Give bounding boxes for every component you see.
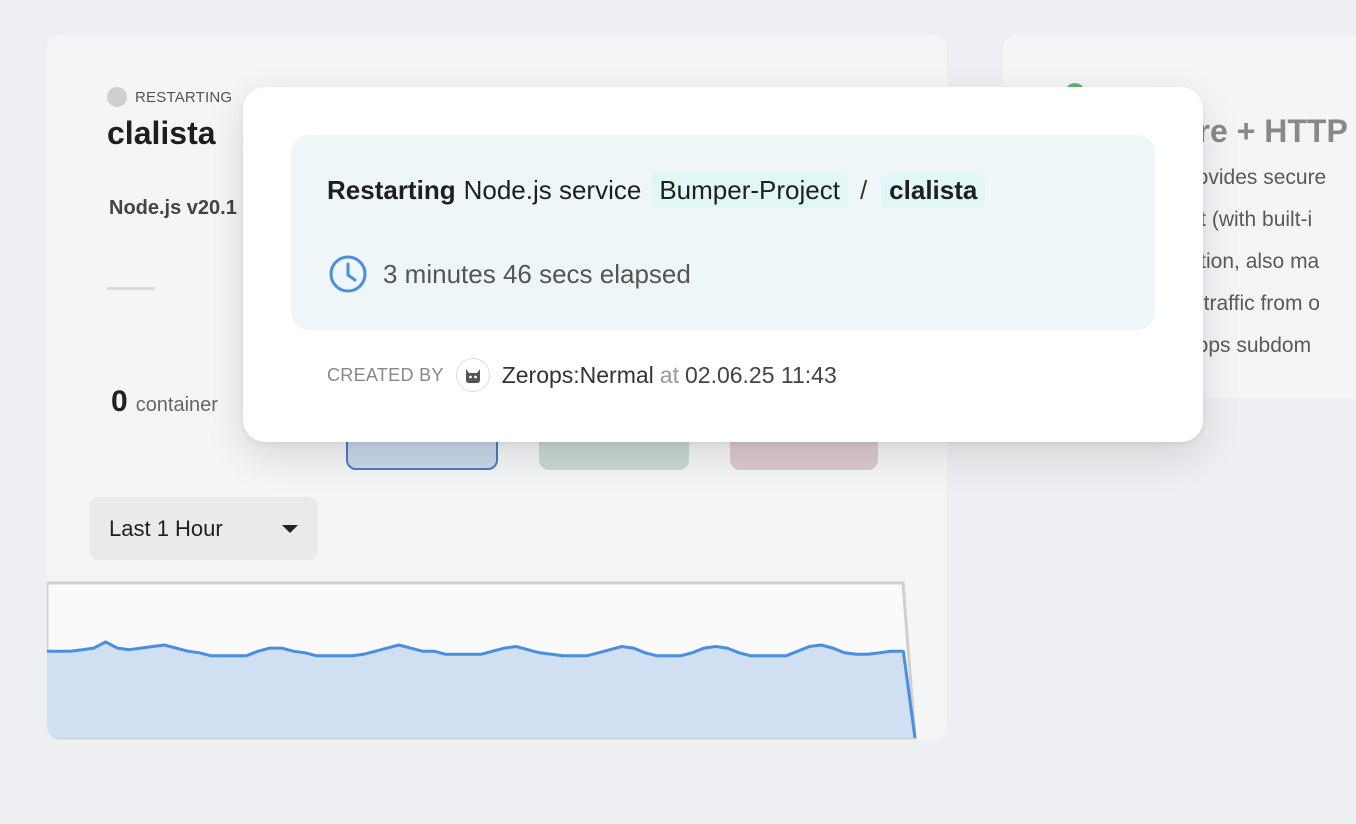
creator-name[interactable]: Zerops:Nermal bbox=[502, 362, 654, 389]
clock-icon bbox=[329, 255, 367, 293]
container-count-value: 0 bbox=[111, 385, 128, 418]
process-info-panel: Restarting Node.js service Bumper-Projec… bbox=[291, 135, 1155, 330]
service-chip[interactable]: clalista bbox=[881, 173, 986, 208]
project-chip[interactable]: Bumper-Project bbox=[651, 173, 848, 208]
created-by-row: CREATED BY Zerops:Nermal at 02.06.25 11:… bbox=[327, 358, 837, 392]
service-title: ore + HTTP bbox=[1178, 113, 1348, 149]
at-label: at bbox=[659, 361, 679, 388]
usage-chart bbox=[47, 581, 917, 740]
process-action: Restarting bbox=[327, 175, 456, 205]
path-separator: / bbox=[859, 175, 868, 205]
divider bbox=[107, 287, 155, 290]
elapsed-row: 3 minutes 46 secs elapsed bbox=[327, 253, 691, 295]
avatar bbox=[455, 358, 490, 392]
service-version: Node.js v20.1 bbox=[109, 197, 237, 219]
process-headline: Restarting Node.js service Bumper-Projec… bbox=[327, 173, 986, 208]
service-type: Node.js service bbox=[463, 175, 642, 205]
container-count: 0 container bbox=[111, 385, 218, 419]
time-range-select[interactable]: Last 1 Hour bbox=[89, 497, 318, 560]
container-count-label: container bbox=[135, 394, 218, 416]
status-row: RESTARTING bbox=[107, 87, 232, 107]
status-indicator bbox=[107, 87, 127, 107]
cat-avatar-icon bbox=[465, 369, 480, 383]
time-range-value: Last 1 Hour bbox=[109, 515, 223, 541]
process-popover: Restarting Node.js service Bumper-Projec… bbox=[243, 87, 1203, 442]
created-by-label: CREATED BY bbox=[327, 364, 444, 385]
elapsed-time: 3 minutes 46 secs elapsed bbox=[383, 258, 691, 289]
created-date: 02.06.25 11:43 bbox=[684, 361, 837, 388]
service-name: clalista bbox=[107, 115, 216, 151]
chevron-down-icon bbox=[282, 524, 298, 533]
page: RESTARTING clalista Node.js v20.1 0 cont… bbox=[0, 0, 1356, 824]
status-label: RESTARTING bbox=[135, 88, 233, 106]
